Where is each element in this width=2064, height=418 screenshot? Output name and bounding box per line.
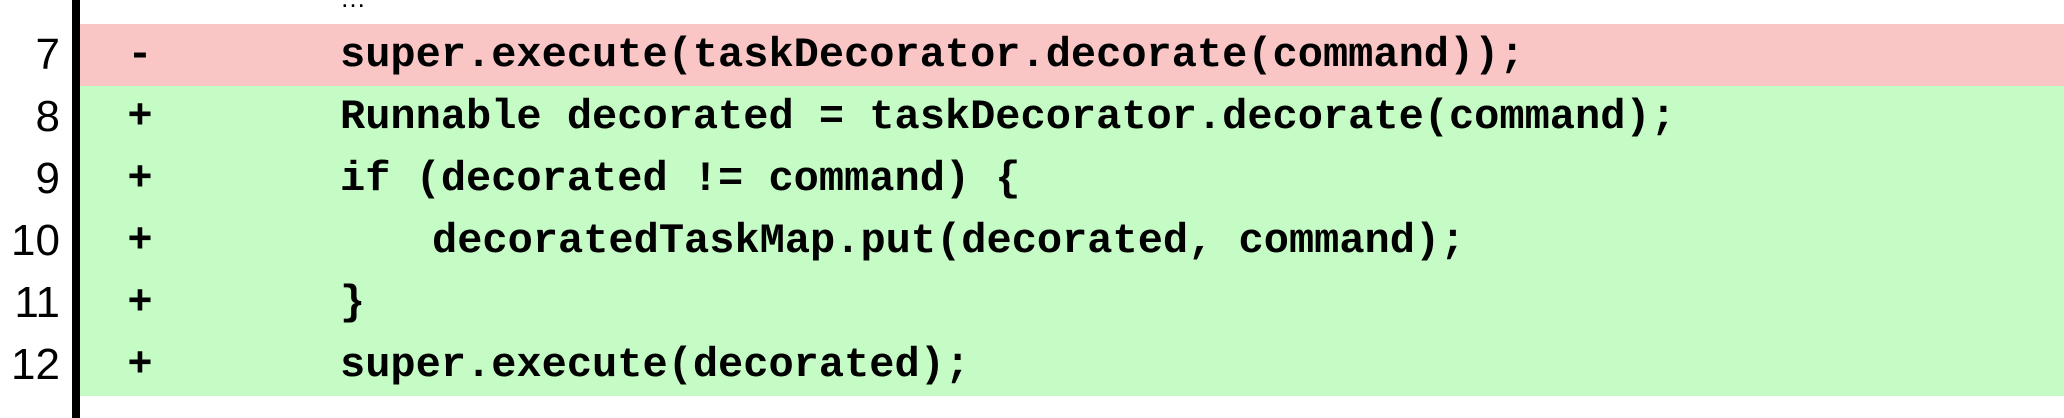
line-number: 12 xyxy=(11,340,60,389)
code-text: Runnable decorated = taskDecorator.decor… xyxy=(340,93,1676,141)
code-text: if (decorated != command) { xyxy=(340,155,1021,203)
code-text: super.execute(taskDecorator.decorate(com… xyxy=(340,31,1525,79)
line-number: 8 xyxy=(35,92,60,141)
added-marker: + xyxy=(127,155,153,203)
removed-marker: - xyxy=(127,31,153,79)
diff-line-added: 8 + Runnable decorated = taskDecorator.d… xyxy=(0,86,2064,148)
diff-line-added: 11 + } xyxy=(0,272,2064,334)
line-highlight xyxy=(80,272,2064,334)
diff-line-added: 12 + super.execute(decorated); xyxy=(0,334,2064,396)
line-number: 7 xyxy=(35,30,60,79)
gutter-divider xyxy=(72,0,80,418)
collapsed-lines-ellipsis: … xyxy=(340,0,366,11)
code-text: decoratedTaskMap.put(decorated, command)… xyxy=(432,217,1466,265)
line-number: 11 xyxy=(14,278,60,327)
code-text: super.execute(decorated); xyxy=(340,341,971,389)
line-number: 10 xyxy=(11,216,60,265)
diff-line-removed: 7 - super.execute(taskDecorator.decorate… xyxy=(0,24,2064,86)
added-marker: + xyxy=(127,93,153,141)
code-text: } xyxy=(340,279,366,327)
added-marker: + xyxy=(127,341,153,389)
added-marker: + xyxy=(127,217,153,265)
diff-line-added: 10 + decoratedTaskMap.put(decorated, com… xyxy=(0,210,2064,272)
line-number: 9 xyxy=(35,154,60,203)
diff-line-added: 9 + if (decorated != command) { xyxy=(0,148,2064,210)
added-marker: + xyxy=(127,279,153,327)
